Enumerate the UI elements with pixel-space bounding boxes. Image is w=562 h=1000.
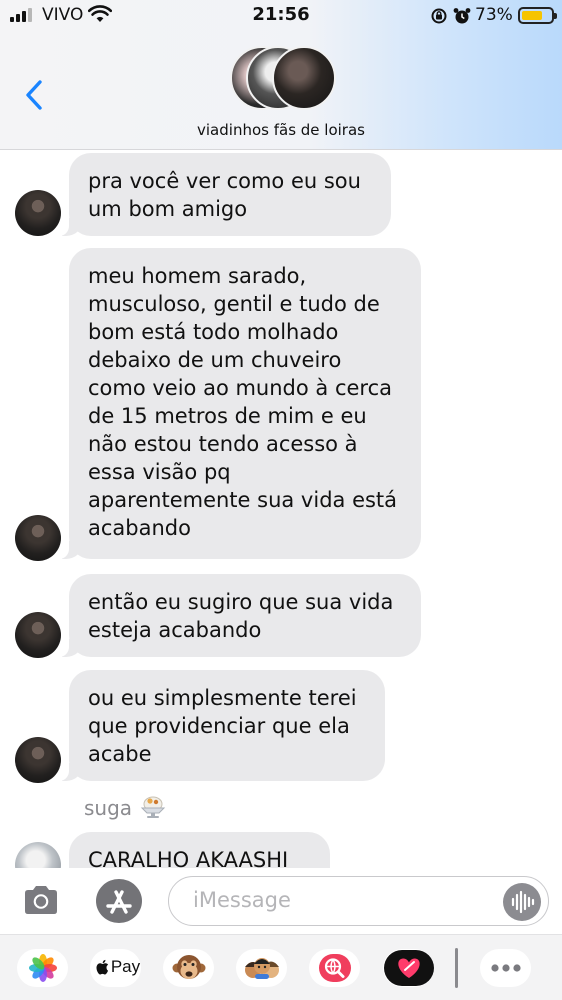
- message-line: pra você ver como eu sou: [88, 169, 361, 193]
- message-line: de 15 metros de mim e eu: [88, 404, 367, 428]
- message-line: ou eu simplesmente terei: [88, 686, 357, 710]
- message-bubble[interactable]: pra você ver como eu sou um bom amigo: [59, 153, 391, 236]
- rotation-lock-icon: [431, 8, 447, 24]
- heart-digital-touch-icon: [383, 950, 434, 986]
- message-bubble[interactable]: CARALHO AKAASHI: [69, 832, 330, 868]
- message-line: acabando: [88, 516, 191, 540]
- sender-name: suga: [84, 795, 168, 820]
- avatar: [272, 46, 336, 110]
- message-bubble[interactable]: ou eu simplesmente terei que providencia…: [59, 670, 385, 781]
- battery-percentage: 73%: [475, 5, 513, 25]
- memoji-stickers-icon: [244, 958, 279, 979]
- app-drawer: Pay: [0, 934, 562, 1000]
- audio-message-button[interactable]: [503, 883, 541, 921]
- globe-search-icon: [318, 954, 351, 982]
- status-bar: VIVO 21:56 73%: [0, 0, 562, 32]
- message-line: bom está todo molhado: [88, 320, 339, 344]
- more-icon: [490, 964, 521, 972]
- avatar[interactable]: [15, 190, 61, 236]
- app-memoji-stickers[interactable]: [236, 949, 287, 987]
- camera-icon[interactable]: [22, 884, 60, 916]
- avatar[interactable]: [15, 737, 61, 783]
- drawer-divider: [455, 948, 458, 988]
- message-line: que providenciar que ela: [88, 714, 350, 738]
- app-photos[interactable]: [17, 949, 68, 987]
- message-line: debaixo de um chuveiro: [88, 348, 342, 372]
- battery-icon: [518, 7, 557, 24]
- message-thread: pra você ver como eu sou um bom amigo me…: [0, 151, 562, 868]
- alarm-icon: [453, 8, 471, 24]
- group-name[interactable]: viadinhos fãs de loiras: [0, 121, 562, 139]
- message-line: então eu sugiro que sua vida: [88, 590, 394, 614]
- conversation-header: VIVO 21:56 73% viadinhos fãs de loiras: [0, 0, 562, 150]
- sender-name-text: suga: [84, 796, 133, 820]
- message-line: CARALHO AKAASHI: [88, 848, 289, 868]
- shaved-ice-icon: [140, 796, 166, 818]
- app-image-search[interactable]: [309, 949, 360, 987]
- audio-waveform-icon: [511, 890, 535, 914]
- message-line: meu homem sarado,: [88, 264, 307, 288]
- message-input-placeholder: iMessage: [193, 888, 291, 912]
- message-line: acabe: [88, 742, 152, 766]
- app-animoji[interactable]: [163, 949, 214, 987]
- chevron-left-icon[interactable]: [22, 78, 48, 112]
- message-line: essa visão pq: [88, 460, 231, 484]
- app-store-button[interactable]: [96, 879, 142, 923]
- message-bubble[interactable]: então eu sugiro que sua vida esteja acab…: [59, 574, 421, 657]
- message-line: um bom amigo: [88, 197, 248, 221]
- message-line: musculoso, gentil e tudo de: [88, 292, 380, 316]
- app-apple-pay[interactable]: Pay: [90, 949, 141, 987]
- message-line: como veio ao mundo à cerca: [88, 376, 392, 400]
- compose-bar: iMessage: [0, 868, 562, 934]
- avatar[interactable]: [15, 842, 61, 868]
- app-digital-touch[interactable]: [383, 949, 434, 987]
- avatar[interactable]: [15, 612, 61, 658]
- message-bubble[interactable]: meu homem sarado, musculoso, gentil e tu…: [59, 248, 421, 559]
- message-line: esteja acabando: [88, 618, 262, 642]
- app-more[interactable]: [480, 949, 531, 987]
- app-store-icon: [106, 890, 132, 914]
- message-input[interactable]: iMessage: [168, 876, 549, 926]
- message-line: não estou tendo acesso à: [88, 432, 358, 456]
- photos-icon: [28, 954, 57, 982]
- avatar[interactable]: [15, 515, 61, 561]
- monkey-memoji-icon: [172, 955, 205, 979]
- message-line: aparentemente sua vida está: [88, 488, 398, 512]
- group-avatar-stack[interactable]: [226, 46, 338, 112]
- apple-pay-label: Pay: [110, 957, 141, 976]
